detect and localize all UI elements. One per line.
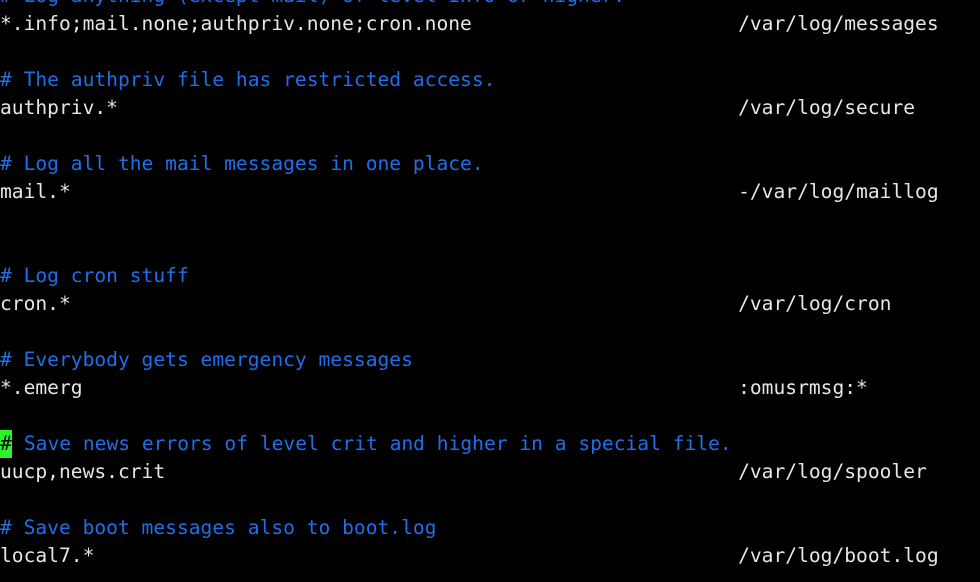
terminal-line[interactable]: *.emerg :omusrmsg:*	[0, 374, 980, 402]
terminal-screen[interactable]: # Log anything (except mail) of level in…	[0, 0, 980, 582]
terminal-line[interactable]: mail.* -/var/log/maillog	[0, 178, 980, 206]
log-target-path: /var/log/spooler	[738, 460, 927, 483]
terminal-line[interactable]: cron.* /var/log/cron	[0, 290, 980, 318]
terminal-line[interactable]: uucp,news.crit/var/log/spooler	[0, 458, 980, 486]
selector-text: local7.*	[0, 544, 95, 567]
selector-text: cron.*	[0, 292, 71, 315]
selector-text: *.info;mail.none;authpriv.none;cron.none	[0, 12, 472, 35]
selector-text: uucp,news.crit	[0, 460, 166, 483]
comment-text: # Everybody gets emergency messages	[0, 348, 413, 371]
terminal-line[interactable]: # Log anything (except mail) of level in…	[0, 0, 980, 10]
selector-text: authpriv.*	[0, 96, 118, 119]
terminal-line[interactable]: # The authpriv file has restricted acces…	[0, 66, 980, 94]
terminal-line[interactable]: local7.* /var/log/boot.log	[0, 542, 980, 570]
selector-text: mail.*	[0, 180, 71, 203]
terminal-line[interactable]: # Log cron stuff	[0, 262, 980, 290]
log-target-path: :omusrmsg:*	[738, 376, 868, 399]
terminal-line[interactable]: # Save boot messages also to boot.log	[0, 514, 980, 542]
terminal-line[interactable]: *.info;mail.none;authpriv.none;cron.none…	[0, 10, 980, 38]
comment-text: # Save boot messages also to boot.log	[0, 516, 437, 539]
log-target-path: -/var/log/maillog	[738, 180, 939, 203]
block-cursor[interactable]: #	[0, 430, 12, 458]
terminal-line[interactable]: # Save news errors of level crit and hig…	[0, 430, 980, 458]
terminal-line[interactable]: # Everybody gets emergency messages	[0, 346, 980, 374]
comment-text: Save news errors of level crit and highe…	[12, 432, 732, 455]
comment-text: # Log cron stuff	[0, 264, 189, 287]
log-target-path: /var/log/cron	[738, 292, 892, 315]
log-target-path: /var/log/secure	[738, 96, 916, 119]
log-target-path: /var/log/messages	[738, 12, 939, 35]
comment-text: # The authpriv file has restricted acces…	[0, 68, 496, 91]
terminal-line[interactable]: # Log all the mail messages in one place…	[0, 150, 980, 178]
terminal-line[interactable]: authpriv.* /var/log/secure	[0, 94, 980, 122]
terminal-text-buffer[interactable]: # Log anything (except mail) of level in…	[0, 0, 980, 570]
log-target-path: /var/log/boot.log	[738, 544, 939, 567]
selector-text: *.emerg	[0, 376, 83, 399]
comment-text: # Log all the mail messages in one place…	[0, 152, 484, 175]
comment-text: # Log anything (except mail) of level in…	[0, 0, 625, 10]
